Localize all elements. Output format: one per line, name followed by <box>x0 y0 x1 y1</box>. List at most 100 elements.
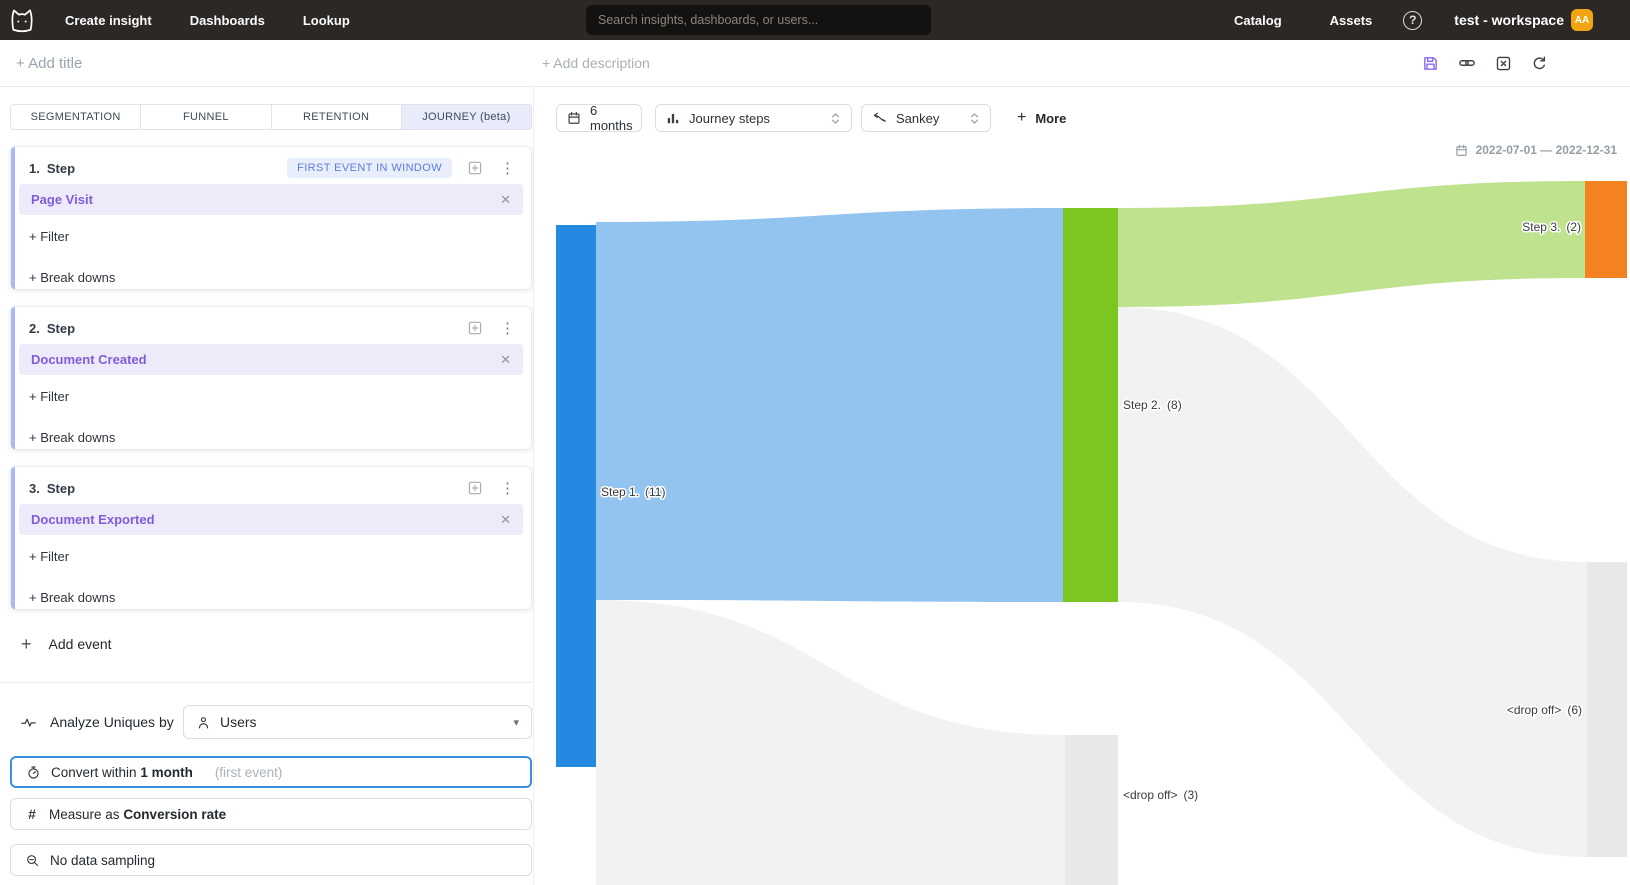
query-builder-panel: SEGMENTATION FUNNEL RETENTION JOURNEY (b… <box>0 87 534 885</box>
panel-divider <box>0 682 533 683</box>
view-select-value: Journey steps <box>689 111 770 126</box>
event-name: Document Exported <box>31 512 155 527</box>
workspace-name[interactable]: test - workspace <box>1454 12 1564 28</box>
sankey-chart[interactable]: Step 1. (11) Step 2. (8) Step 3. (2) <dr… <box>535 87 1630 885</box>
main-menu: Create insight Dashboards Lookup <box>65 13 350 28</box>
copy-link-icon[interactable] <box>1458 54 1476 72</box>
step-number: 3. <box>29 481 40 496</box>
add-event-button[interactable]: + Add event <box>21 635 112 653</box>
label-step3: Step 3. (2) <box>1522 220 1581 234</box>
add-breakdown-link[interactable]: + Break downs <box>29 430 115 445</box>
top-right-menu: Catalog Assets ? test - workspace AA <box>1234 0 1593 40</box>
event-pill[interactable]: Document Exported ✕ <box>19 504 523 535</box>
menu-create-insight[interactable]: Create insight <box>65 13 152 28</box>
insight-type-tabs: SEGMENTATION FUNNEL RETENTION JOURNEY (b… <box>10 104 532 130</box>
label-step2: Step 2. (8) <box>1123 398 1182 412</box>
node-dropoff-right[interactable] <box>1587 562 1627 857</box>
search-input[interactable] <box>586 5 931 35</box>
clear-icon[interactable] <box>1495 55 1512 72</box>
view-select[interactable]: Journey steps <box>655 104 852 132</box>
sankey-icon <box>872 111 887 126</box>
bar-chart-icon <box>666 111 680 125</box>
analyze-by-value: Users <box>220 714 257 730</box>
tab-retention[interactable]: RETENTION <box>271 105 401 129</box>
refresh-icon[interactable] <box>1531 55 1548 72</box>
measure-as-text: Measure as Conversion rate <box>49 807 226 822</box>
remove-event-icon[interactable]: ✕ <box>500 352 511 368</box>
chart-panel: Step 1. (11) Step 2. (8) Step 3. (2) <dr… <box>535 87 1630 885</box>
event-pill[interactable]: Document Created ✕ <box>19 344 523 375</box>
add-step-icon[interactable] <box>467 320 483 336</box>
menu-catalog[interactable]: Catalog <box>1234 13 1282 28</box>
add-filter-link[interactable]: + Filter <box>29 389 69 404</box>
node-step2[interactable] <box>1063 208 1118 602</box>
remove-event-icon[interactable]: ✕ <box>500 512 511 528</box>
more-label: More <box>1035 111 1066 126</box>
chart-type-select[interactable]: Sankey <box>861 104 991 132</box>
step-card-3: 3. Step ⋮ Document Exported ✕ + Filter +… <box>10 466 532 610</box>
label-dropoff-right: <drop off> (6) <box>1507 703 1582 717</box>
convert-note: (first event) <box>215 765 283 780</box>
event-name: Page Visit <box>31 192 93 207</box>
event-name: Document Created <box>31 352 147 367</box>
data-sampling-setting[interactable]: No data sampling <box>10 844 532 876</box>
node-step3[interactable] <box>1585 181 1627 278</box>
more-options-button[interactable]: + More <box>1017 104 1066 132</box>
chart-date-range-label: 2022-07-01 — 2022-12-31 <box>1476 143 1617 157</box>
menu-assets[interactable]: Assets <box>1330 13 1373 28</box>
step-card-1-header: 1. Step FIRST EVENT IN WINDOW ⋮ <box>29 158 517 178</box>
step-number: 1. <box>29 161 40 176</box>
sampling-label: No data sampling <box>50 853 155 868</box>
node-step1[interactable] <box>556 225 596 767</box>
node-dropoff-mid[interactable] <box>1065 735 1118 885</box>
avatar[interactable]: AA <box>1571 9 1593 31</box>
menu-dashboards[interactable]: Dashboards <box>190 13 265 28</box>
flow-step1-dropoff <box>596 600 1065 885</box>
step-card-2-header: 2. Step ⋮ <box>29 318 517 338</box>
convert-within-text: Convert within 1 month <box>51 765 193 780</box>
stopwatch-icon <box>26 765 41 780</box>
select-caret-icon <box>830 111 841 126</box>
plus-icon: + <box>21 635 32 653</box>
flow-step2-dropoff <box>1118 307 1587 857</box>
insight-header-bar: + Add title + Add description <box>0 40 1630 87</box>
add-title-button[interactable]: + Add title <box>16 40 82 86</box>
add-step-icon[interactable] <box>467 160 483 176</box>
add-step-icon[interactable] <box>467 480 483 496</box>
pulse-icon <box>20 714 37 731</box>
step-menu-icon[interactable]: ⋮ <box>498 161 517 176</box>
add-description-button[interactable]: + Add description <box>542 40 650 86</box>
measure-as-setting[interactable]: # Measure as Conversion rate <box>10 798 532 830</box>
add-breakdown-link[interactable]: + Break downs <box>29 590 115 605</box>
analyze-uniques-label: Analyze Uniques by <box>50 714 174 730</box>
add-breakdown-link[interactable]: + Break downs <box>29 270 115 285</box>
menu-lookup[interactable]: Lookup <box>303 13 350 28</box>
date-range-button[interactable]: 6 months <box>556 104 642 132</box>
chart-type-value: Sankey <box>896 111 939 126</box>
add-filter-link[interactable]: + Filter <box>29 229 69 244</box>
chart-date-range[interactable]: 2022-07-01 — 2022-12-31 <box>1455 143 1617 157</box>
tab-journey[interactable]: JOURNEY (beta) <box>401 105 531 129</box>
tab-segmentation[interactable]: SEGMENTATION <box>11 105 140 129</box>
chevron-down-icon: ▾ <box>513 716 519 729</box>
save-icon[interactable] <box>1422 55 1439 72</box>
analyze-by-select[interactable]: Users ▾ <box>183 705 532 739</box>
add-filter-link[interactable]: + Filter <box>29 549 69 564</box>
step-menu-icon[interactable]: ⋮ <box>498 321 517 336</box>
hash-icon: # <box>25 806 39 822</box>
calendar-icon <box>1455 144 1468 157</box>
date-range-button-label: 6 months <box>590 103 633 133</box>
plus-icon: + <box>1017 110 1026 126</box>
step-menu-icon[interactable]: ⋮ <box>498 481 517 496</box>
tab-funnel[interactable]: FUNNEL <box>140 105 270 129</box>
first-event-badge: FIRST EVENT IN WINDOW <box>287 158 452 178</box>
convert-within-setting[interactable]: Convert within 1 month (first event) <box>10 756 532 788</box>
global-search <box>586 5 931 35</box>
zoom-out-icon <box>25 853 40 868</box>
remove-event-icon[interactable]: ✕ <box>500 192 511 208</box>
flow-step2-step3 <box>1118 181 1585 307</box>
app-logo-icon[interactable] <box>9 7 35 33</box>
help-icon[interactable]: ? <box>1403 11 1422 30</box>
flow-step1-step2 <box>596 208 1063 602</box>
event-pill[interactable]: Page Visit ✕ <box>19 184 523 215</box>
